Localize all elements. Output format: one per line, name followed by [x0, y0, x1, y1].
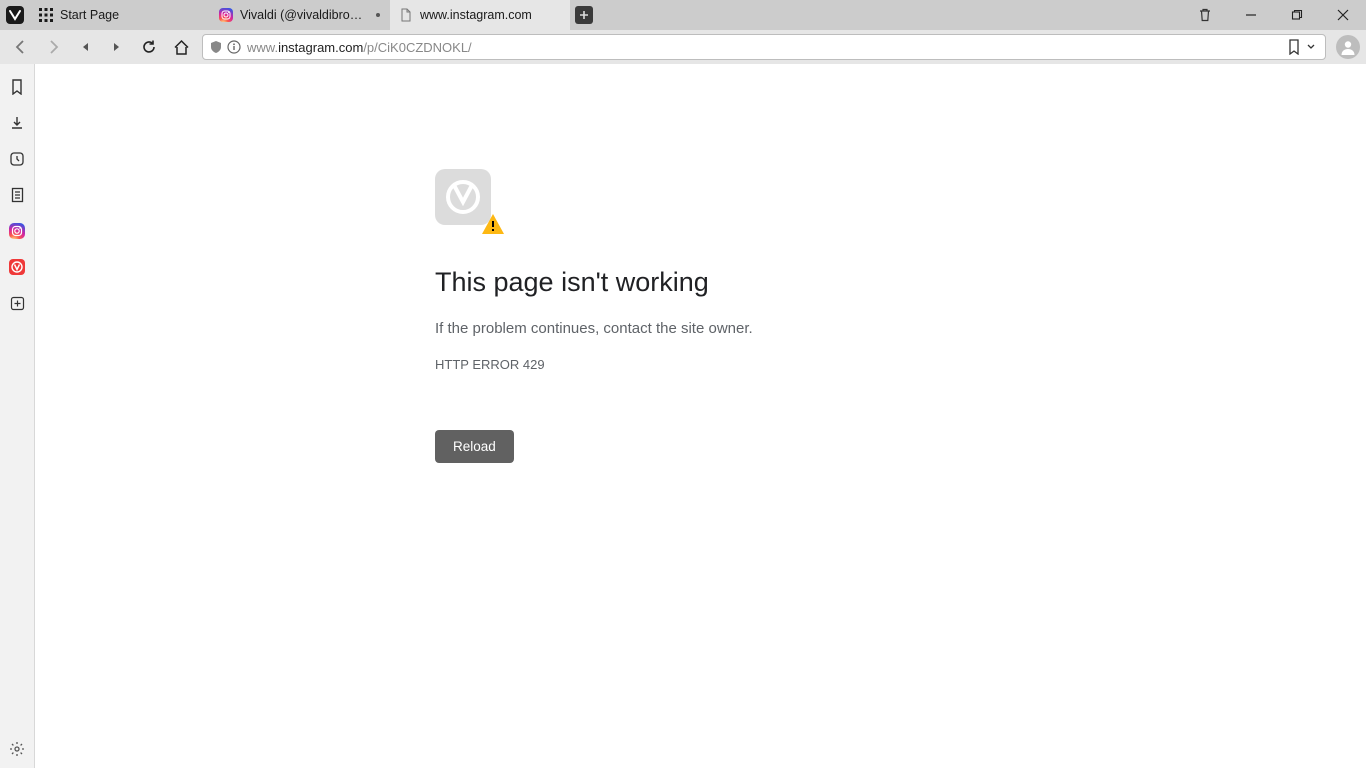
forward-button[interactable] [38, 32, 68, 62]
tab-start-page[interactable]: Start Page [30, 0, 210, 30]
instagram-icon [218, 7, 234, 23]
rewind-button[interactable] [70, 32, 100, 62]
history-panel-icon[interactable] [8, 150, 26, 168]
new-tab-button[interactable] [570, 0, 598, 30]
instagram-panel-icon[interactable] [8, 222, 26, 240]
notes-panel-icon[interactable] [8, 186, 26, 204]
add-panel-icon[interactable] [8, 294, 26, 312]
info-icon[interactable] [227, 40, 241, 54]
profile-avatar[interactable] [1336, 35, 1360, 59]
shield-icon[interactable] [209, 40, 223, 54]
window-controls [1182, 0, 1366, 30]
settings-icon[interactable] [8, 740, 26, 758]
bookmark-icon[interactable] [1287, 39, 1301, 55]
side-panel [0, 64, 35, 768]
error-message: If the problem continues, contact the si… [435, 320, 955, 337]
error-title: This page isn't working [435, 267, 955, 298]
error-code: HTTP ERROR 429 [435, 357, 955, 372]
tab-title: www.instagram.com [420, 8, 560, 22]
page-content: This page isn't working If the problem c… [35, 64, 1366, 768]
reload-page-button[interactable]: Reload [435, 430, 514, 463]
minimize-button[interactable] [1228, 0, 1274, 30]
error-icon [435, 169, 495, 229]
back-button[interactable] [6, 32, 36, 62]
tab-instagram-profile[interactable]: Vivaldi (@vivaldibrowser) [210, 0, 390, 30]
tab-title: Vivaldi (@vivaldibrowser) [240, 8, 370, 22]
tab-instagram-post[interactable]: www.instagram.com [390, 0, 570, 30]
bookmark-panel-icon[interactable] [8, 78, 26, 96]
vivaldi-app-icon[interactable] [0, 0, 30, 30]
toolbar: www.instagram.com/p/CiK0CZDNOKL/ [0, 30, 1366, 64]
close-button[interactable] [1320, 0, 1366, 30]
vivaldi-panel-icon[interactable] [8, 258, 26, 276]
error-page: This page isn't working If the problem c… [435, 169, 955, 463]
downloads-panel-icon[interactable] [8, 114, 26, 132]
warning-icon [481, 213, 505, 235]
tab-unread-indicator [376, 13, 380, 17]
page-icon [398, 7, 414, 23]
maximize-button[interactable] [1274, 0, 1320, 30]
url-text: www.instagram.com/p/CiK0CZDNOKL/ [247, 40, 1281, 55]
home-button[interactable] [166, 32, 196, 62]
grid-icon [38, 7, 54, 23]
tab-bar: Start Page Vivaldi (@vivaldibrowser) www… [0, 0, 1366, 30]
fast-forward-button[interactable] [102, 32, 132, 62]
address-bar[interactable]: www.instagram.com/p/CiK0CZDNOKL/ [202, 34, 1326, 60]
tab-title: Start Page [60, 8, 200, 22]
reload-button[interactable] [134, 32, 164, 62]
trash-button[interactable] [1182, 0, 1228, 30]
bookmark-dropdown-icon[interactable] [1303, 43, 1319, 51]
